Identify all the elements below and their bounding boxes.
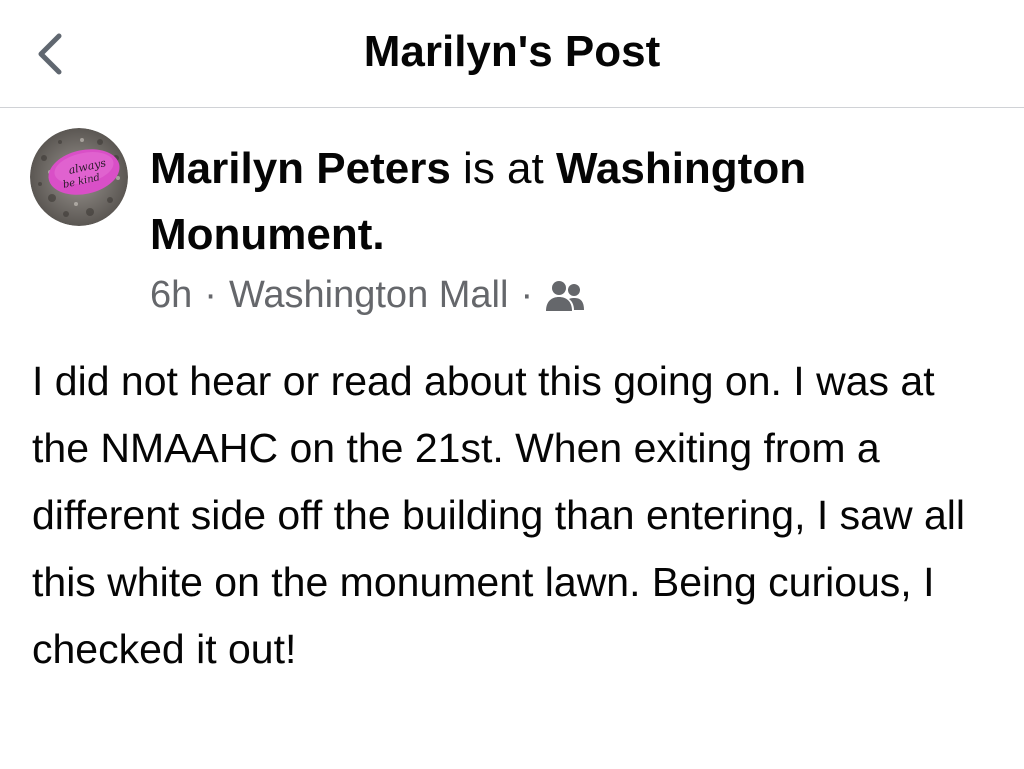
post-time[interactable]: 6h [150,274,192,317]
location-line-2: Monument. [150,210,385,259]
post-header: Marilyn Peters is at Washington Monument. [150,136,990,268]
post-body: I did not hear or read about this going … [32,358,965,672]
page-title: Marilyn's Post [363,27,661,76]
post-place[interactable]: Washington Mall [229,274,509,317]
avatar[interactable]: always be kind [30,128,128,226]
friends-icon [546,280,585,311]
avatar-image: always be kind [30,128,128,226]
meta-separator: · [204,274,217,316]
nav-bar: Marilyn's Post [0,0,1024,108]
author-name[interactable]: Marilyn Peters [150,144,451,193]
post-meta: 6h · Washington Mall · [150,274,585,317]
header-connector: is at [463,144,544,193]
location-line-1: Washington [555,144,807,193]
meta-separator: · [520,274,534,316]
